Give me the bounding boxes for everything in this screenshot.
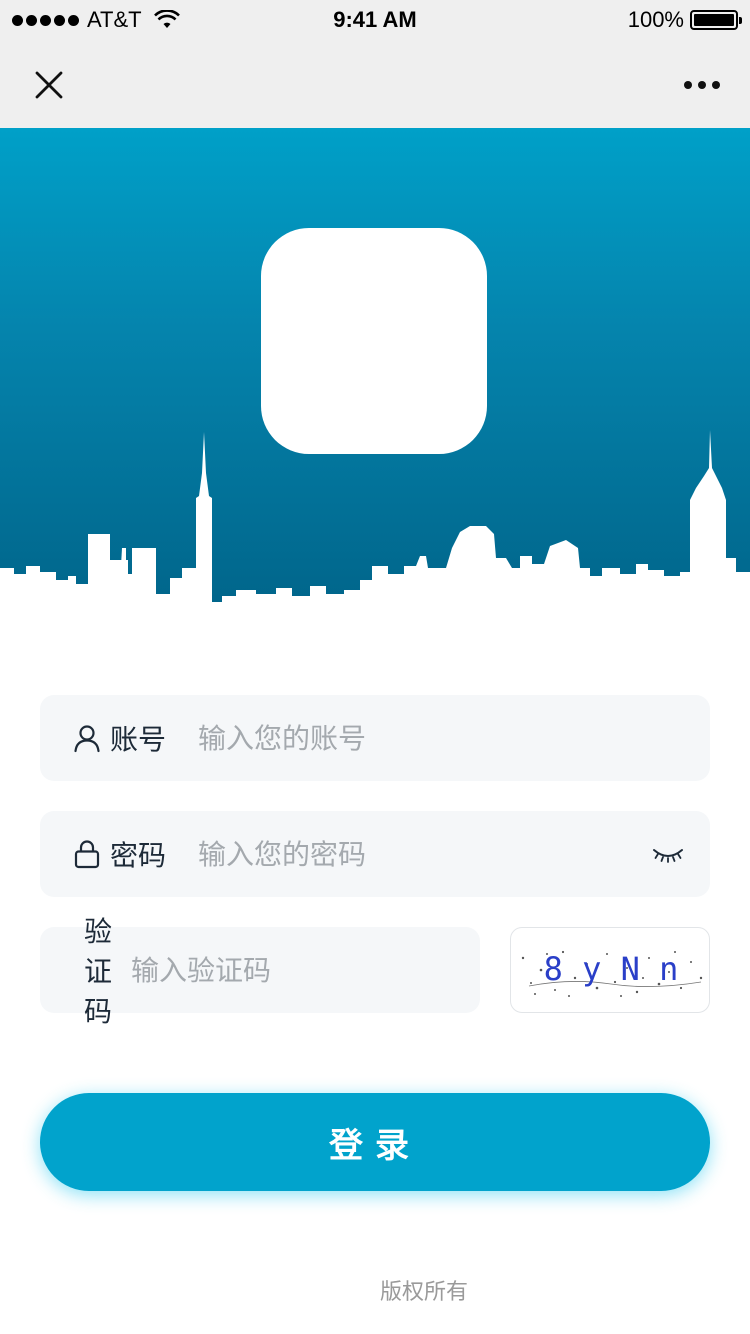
captcha-code: 8 y N n <box>544 950 679 988</box>
hero-banner <box>0 128 750 628</box>
copyright-text: 版权所有 <box>379 1280 468 1305</box>
close-icon <box>35 71 63 99</box>
captcha-input[interactable] <box>131 940 480 1000</box>
lock-icon <box>74 840 100 869</box>
nav-bar <box>0 40 750 128</box>
captcha-label: 验证码 <box>84 915 113 1028</box>
password-label: 密码 <box>110 839 167 872</box>
captcha-image[interactable]: 8 y N n <box>510 927 710 1013</box>
more-button[interactable] <box>682 74 722 96</box>
eye-closed-icon[interactable] <box>652 844 684 864</box>
city-skyline-image <box>0 430 750 628</box>
captcha-field: 验证码 <box>40 915 480 1028</box>
status-right: 100% <box>627 7 742 33</box>
account-field: 账号 <box>40 695 710 781</box>
close-button[interactable] <box>28 64 70 106</box>
battery-icon <box>690 10 742 30</box>
captcha-graphic: 8 y N n <box>521 950 703 997</box>
login-button[interactable]: 登录 <box>40 1093 710 1191</box>
account-label: 账号 <box>110 723 167 756</box>
account-input[interactable] <box>198 708 710 768</box>
status-bar: AT&T 9:41 AM 100% <box>0 0 750 40</box>
battery-percent: 100% <box>627 7 684 32</box>
more-icon <box>684 81 692 89</box>
password-field: 密码 <box>40 811 710 897</box>
password-input[interactable] <box>198 824 652 884</box>
user-icon <box>74 725 100 753</box>
